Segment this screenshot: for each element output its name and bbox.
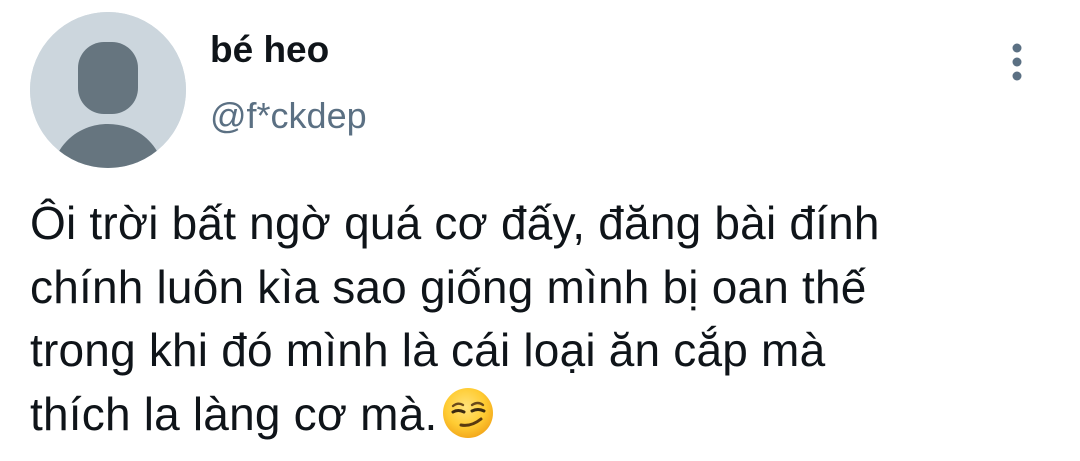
more-options-button[interactable] bbox=[1000, 38, 1034, 88]
tweet-text-segment: thích la làng cơ mà. bbox=[30, 387, 438, 440]
author-display-name[interactable]: bé heo bbox=[210, 28, 329, 72]
tweet-text-line: Ôi trời bất ngờ quá cơ đấy, đăng bài đín… bbox=[30, 197, 880, 249]
tweet: bé heo @f*ckdep Ôi trời bất ngờ quá cơ đ… bbox=[0, 0, 1080, 461]
author-handle[interactable]: @f*ckdep bbox=[210, 94, 367, 138]
default-profile-icon bbox=[30, 12, 186, 168]
vertical-ellipsis-icon bbox=[1012, 43, 1022, 81]
avatar[interactable] bbox=[30, 12, 186, 168]
tweet-text-line: trong khi đó mình là cái loại ăn cắp mà bbox=[30, 324, 826, 376]
smirking-face-icon bbox=[441, 386, 495, 440]
tweet-text-line: chính luôn kìa sao giống mình bị oan thế bbox=[30, 260, 867, 313]
tweet-text-line-last: thích la làng cơ mà. bbox=[30, 383, 1060, 447]
tweet-text: Ôi trời bất ngờ quá cơ đấy, đăng bài đín… bbox=[30, 192, 1060, 446]
